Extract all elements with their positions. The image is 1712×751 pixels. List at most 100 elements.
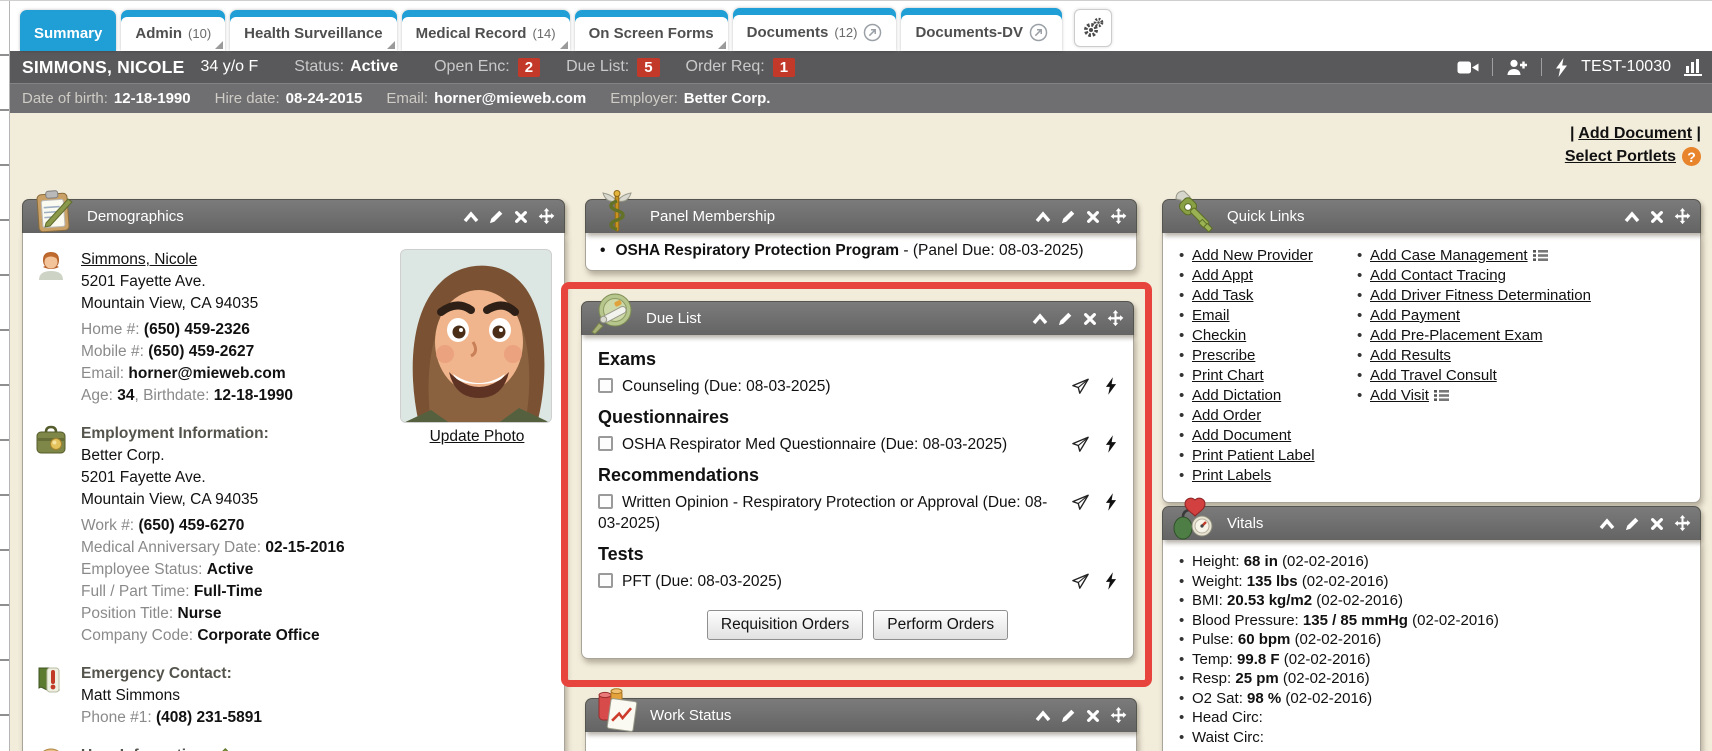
move-icon[interactable] (1107, 310, 1124, 327)
quick-link-checkin[interactable]: Checkin (1192, 326, 1246, 346)
due-item-checkbox[interactable] (598, 573, 613, 588)
close-icon[interactable] (1650, 210, 1664, 224)
collapse-icon[interactable] (463, 211, 479, 223)
due-item-checkbox[interactable] (598, 494, 613, 509)
close-icon[interactable] (1086, 210, 1100, 224)
tab-documents[interactable]: Documents(12) (733, 8, 897, 51)
edit-icon[interactable] (1058, 311, 1073, 326)
move-icon[interactable] (1674, 208, 1691, 225)
edit-user-info-icon[interactable] (215, 747, 230, 751)
tab-settings-button[interactable] (1074, 9, 1112, 47)
collapse-icon[interactable] (1032, 313, 1048, 325)
bolt-icon[interactable] (1105, 572, 1117, 590)
emergency-phone-value: (408) 231-5891 (156, 709, 262, 726)
order-req-badge[interactable]: 1 (773, 58, 795, 77)
perform-orders-button[interactable]: Perform Orders (873, 610, 1008, 640)
due-list-badge[interactable]: 5 (637, 58, 659, 77)
patient-name-link[interactable]: Simmons, Nicole (81, 251, 197, 268)
edit-icon[interactable] (1061, 209, 1076, 224)
vital-row: BMI: 20.53 kg/m2 (02-02-2016) (1177, 591, 1690, 611)
tab-on-screen-forms[interactable]: On Screen Forms (575, 10, 728, 51)
tab-summary[interactable]: Summary (20, 10, 116, 51)
close-icon[interactable] (1650, 517, 1664, 531)
move-icon[interactable] (1110, 707, 1127, 724)
due-list-portlet-header[interactable]: Due List (581, 301, 1134, 335)
help-icon[interactable]: ? (1682, 147, 1701, 166)
employee-status-value: Active (207, 561, 254, 578)
quick-link-add-driver-fitness[interactable]: Add Driver Fitness Determination (1370, 286, 1591, 306)
due-item-checkbox[interactable] (598, 378, 613, 393)
tab-documents-dv[interactable]: Documents-DV (901, 8, 1062, 51)
work-status-portlet-header[interactable]: Work Status (585, 698, 1137, 732)
flowsheet-chart-icon[interactable] (1684, 58, 1702, 76)
edit-icon[interactable] (1625, 516, 1640, 531)
quick-link-add-contact-tracing[interactable]: Add Contact Tracing (1370, 266, 1506, 286)
collapse-icon[interactable] (1599, 518, 1615, 530)
quick-link-add-appt[interactable]: Add Appt (1192, 266, 1253, 286)
tab-medical-record[interactable]: Medical Record(14) (402, 10, 570, 51)
move-icon[interactable] (538, 208, 555, 225)
open-enc-badge[interactable]: 2 (518, 58, 540, 77)
quick-link-print-patient-label[interactable]: Print Patient Label (1192, 446, 1315, 466)
quick-link-email[interactable]: Email (1192, 306, 1230, 326)
quick-link-add-visit[interactable]: Add Visit (1370, 386, 1449, 406)
tab-admin[interactable]: Admin(10) (121, 10, 225, 51)
quick-link-prescribe[interactable]: Prescribe (1192, 346, 1255, 366)
list-icon (1533, 249, 1548, 262)
quick-link-add-payment[interactable]: Add Payment (1370, 306, 1460, 326)
vital-row: Weight: 135 lbs (02-02-2016) (1177, 572, 1690, 592)
panel-membership-portlet-body: OSHA Respiratory Protection Program - (P… (585, 233, 1137, 271)
panel-program: OSHA Respiratory Protection Program (615, 242, 899, 259)
add-document-link[interactable]: Add Document (1578, 125, 1692, 142)
popout-icon[interactable] (863, 23, 882, 42)
send-icon[interactable] (1071, 435, 1090, 453)
video-camera-icon[interactable] (1457, 59, 1479, 76)
popout-icon[interactable] (1029, 23, 1048, 42)
bolt-icon[interactable] (1105, 377, 1117, 395)
home-phone-value: (650) 459-2326 (144, 321, 250, 338)
close-icon[interactable] (1083, 312, 1097, 326)
due-section-heading: Tests (598, 544, 1117, 565)
tab-label: Documents (747, 24, 829, 41)
close-icon[interactable] (514, 210, 528, 224)
bolt-icon[interactable] (1105, 493, 1117, 511)
quick-link: Add Visit (1355, 386, 1591, 406)
close-icon[interactable] (1086, 709, 1100, 723)
panel-membership-portlet-header[interactable]: Panel Membership (585, 199, 1137, 233)
quick-links-portlet-header[interactable]: Quick Links (1162, 199, 1701, 233)
collapse-icon[interactable] (1035, 710, 1051, 722)
tab-health-surveillance[interactable]: Health Surveillance (230, 10, 396, 51)
quick-link-add-document[interactable]: Add Document (1192, 426, 1291, 446)
quick-link-add-results[interactable]: Add Results (1370, 346, 1451, 366)
quick-link-print-labels[interactable]: Print Labels (1192, 466, 1271, 486)
quick-link-add-order[interactable]: Add Order (1192, 406, 1261, 426)
quick-link-add-pre-placement-exam[interactable]: Add Pre-Placement Exam (1370, 326, 1543, 346)
bolt-icon[interactable] (1105, 435, 1117, 453)
edit-icon[interactable] (489, 209, 504, 224)
position-title-label: Position Title: (81, 605, 173, 622)
collapse-icon[interactable] (1035, 211, 1051, 223)
collapse-icon[interactable] (1624, 211, 1640, 223)
send-icon[interactable] (1071, 377, 1090, 395)
key-icon (1170, 187, 1218, 235)
quick-link-add-task[interactable]: Add Task (1192, 286, 1253, 306)
add-user-icon[interactable] (1506, 58, 1528, 76)
send-icon[interactable] (1071, 572, 1090, 590)
demographics-portlet-header[interactable]: Demographics (22, 199, 565, 233)
quick-link: Add Contact Tracing (1355, 266, 1591, 286)
move-icon[interactable] (1110, 208, 1127, 225)
lightning-icon[interactable] (1555, 58, 1568, 77)
quick-link-print-chart[interactable]: Print Chart (1192, 366, 1264, 386)
quick-link-add-dictation[interactable]: Add Dictation (1192, 386, 1281, 406)
due-item-checkbox[interactable] (598, 436, 613, 451)
requisition-orders-button[interactable]: Requisition Orders (707, 610, 863, 640)
edit-icon[interactable] (1061, 708, 1076, 723)
quick-link-add-travel-consult[interactable]: Add Travel Consult (1370, 366, 1497, 386)
move-icon[interactable] (1674, 515, 1691, 532)
vitals-portlet-header[interactable]: Vitals (1162, 506, 1701, 540)
select-portlets-link[interactable]: Select Portlets (1565, 148, 1676, 166)
quick-link: Add Driver Fitness Determination (1355, 286, 1591, 306)
quick-link-add-case-management[interactable]: Add Case Management (1370, 246, 1548, 266)
quick-link-add-new-provider[interactable]: Add New Provider (1192, 246, 1313, 266)
send-icon[interactable] (1071, 493, 1090, 511)
